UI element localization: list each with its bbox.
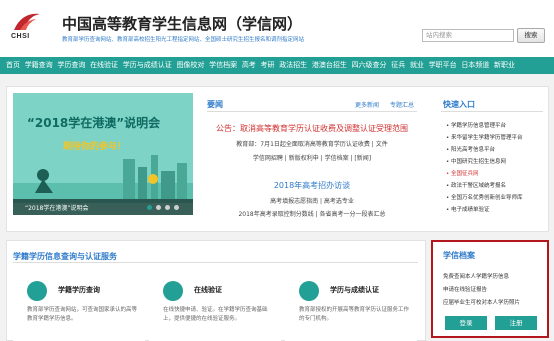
news-line[interactable]: 2018年高考录取控制分数线 | 各省高考一分一段表汇总 xyxy=(207,209,417,218)
search-record-icon xyxy=(27,281,47,301)
quick-entry-link[interactable]: • 电子成绩单验证 xyxy=(446,205,490,213)
nav-item[interactable]: 就业 xyxy=(410,57,424,74)
certificate-icon xyxy=(299,281,319,301)
service-title: 学历与成绩认证 xyxy=(330,286,379,294)
nav-item[interactable]: 政法招生 xyxy=(279,57,307,74)
archive-title: 学信档案 xyxy=(443,251,475,260)
city-skyline-illustration xyxy=(13,155,193,203)
news-line[interactable]: 高考填报志愿指南 | 高考选专业 xyxy=(207,196,417,205)
chsi-logo-icon[interactable] xyxy=(12,10,42,32)
quick-entry-link[interactable]: • 来华留学生学籍学历管理平台 xyxy=(446,133,523,141)
quick-entry-link[interactable]: • 中国研究生招生信息网 xyxy=(446,157,506,165)
nav-item[interactable]: 四六级查分 xyxy=(352,57,387,74)
banner-subtitle: 期待你的参与！ xyxy=(63,142,127,152)
nav-item[interactable]: 学籍查询 xyxy=(25,57,53,74)
news-feature-title[interactable]: 2018年高考招办访谈 xyxy=(207,180,417,191)
nav-item[interactable]: 学职平台 xyxy=(429,57,457,74)
carousel-dot[interactable] xyxy=(174,205,179,210)
quick-entry-link[interactable]: • 全国万名优秀创新创业导师库 xyxy=(446,193,523,201)
nav-item[interactable]: 高考 xyxy=(242,57,256,74)
carousel-dot[interactable] xyxy=(147,205,152,210)
divider xyxy=(441,111,543,112)
register-button[interactable]: 注册 xyxy=(495,316,537,330)
logo-text: CHSI xyxy=(11,33,30,40)
main-nav: 首页 学籍查询 学历查询 在线验证 学历与成绩认证 图像校对 学信档案 高考 考… xyxy=(0,57,554,74)
nav-item[interactable]: 日本频道 xyxy=(461,57,489,74)
quick-entry-heading: 快速入口 xyxy=(443,100,475,109)
service-description: 在线快捷申请、验证。在学籍学历查询基础上，提供便捷的在线验证服务。 xyxy=(163,307,268,322)
quick-entry-link[interactable]: • 阳光高考信息平台 xyxy=(446,145,495,153)
service-card-student-record[interactable]: 学籍学历查询 教育部学历查询网站，可查询国家承认的高等教育学籍学历信息。 xyxy=(13,268,145,341)
service-title: 学籍学历查询 xyxy=(58,286,100,294)
more-news-link[interactable]: 更多新闻 xyxy=(355,100,379,109)
divider xyxy=(207,111,417,112)
service-description: 教育部学历查询网站，可查询国家承认的高等教育学籍学历信息。 xyxy=(27,307,138,322)
login-button[interactable]: 登录 xyxy=(445,316,487,330)
search-input[interactable]: 站内搜索 xyxy=(422,29,514,42)
service-description: 教育部授权的开展高等教育学历认证服务工作的专门机构。 xyxy=(299,307,410,322)
news-line[interactable]: 学信网招聘 | 新版权利申 | 学信档案 | [新闻] xyxy=(207,153,417,162)
verify-icon xyxy=(163,281,183,301)
site-title[interactable]: 中国高等教育学生信息网（学信网） xyxy=(62,13,302,34)
nav-item[interactable]: 学信档案 xyxy=(209,57,237,74)
nav-item[interactable]: 新职业 xyxy=(494,57,515,74)
nav-item[interactable]: 图像校对 xyxy=(176,57,204,74)
nav-item[interactable]: 港澳台招生 xyxy=(312,57,347,74)
topics-link[interactable]: 专题汇总 xyxy=(390,100,414,109)
news-headline[interactable]: 公告：取消高等教育学历认证收费及调整认证受理范围 xyxy=(207,123,417,134)
nav-item[interactable]: 首页 xyxy=(6,57,20,74)
news-heading: 要闻 xyxy=(207,100,223,109)
news-line[interactable]: 教育部：7月1日起全面取消高等教育学历认证收费 | 文件 xyxy=(207,139,417,148)
nav-item[interactable]: 在线验证 xyxy=(90,57,118,74)
quick-entry-link[interactable]: • 学籍学历信息管理平台 xyxy=(446,121,506,129)
banner-caption-bar: “2018学在港澳”说明会 xyxy=(13,199,193,215)
nav-item[interactable]: 征兵 xyxy=(391,57,405,74)
banner-title: “2018学在港澳”说明会 xyxy=(27,116,161,130)
archive-item: 应届毕业生可校对本人学历照片 xyxy=(443,300,521,306)
quick-entry-link[interactable]: • 政法干警区域统考报名 xyxy=(446,181,506,189)
search-button[interactable]: 搜索 xyxy=(517,28,545,43)
banner-caption: “2018学在港澳”说明会 xyxy=(25,205,89,212)
archive-item: 免费查阅本人学籍学历信息 xyxy=(443,274,510,280)
site-subtitle-links[interactable]: 教育部学历查询网站、教育部高校招生阳光工程指定网站、全国硕士研究生招生报名和调剂… xyxy=(62,35,304,43)
carousel-dot[interactable] xyxy=(156,205,161,210)
nav-item[interactable]: 学历与成绩认证 xyxy=(123,57,172,74)
nav-item[interactable]: 考研 xyxy=(261,57,275,74)
nav-item[interactable]: 学历查询 xyxy=(57,57,85,74)
divider xyxy=(13,262,418,263)
carousel-dot[interactable] xyxy=(165,205,170,210)
site-header: CHSI 中国高等教育学生信息网（学信网） 教育部学历查询网站、教育部高校招生阳… xyxy=(0,0,554,54)
quick-entry-link[interactable]: • 全国征兵网 xyxy=(446,169,479,177)
service-card-online-verify[interactable]: 在线验证 在线快捷申请、验证。在学籍学历查询基础上，提供便捷的在线验证服务。 xyxy=(149,268,281,341)
archive-item: 申请在线验证报告 xyxy=(443,287,488,293)
promo-banner[interactable]: “2018学在港澳”说明会 期待你的参与！ “2018学在港澳”说明会 xyxy=(13,93,193,215)
student-archive-box: 学信档案 免费查阅本人学籍学历信息 申请在线验证报告 应届毕业生可校对本人学历照… xyxy=(431,240,549,338)
service-card-certification[interactable]: 学历与成绩认证 教育部授权的开展高等教育学历认证服务工作的专门机构。 xyxy=(285,268,417,341)
service-title: 在线验证 xyxy=(194,286,222,294)
services-section-title: 学籍学历信息查询与认证服务 xyxy=(13,252,117,261)
